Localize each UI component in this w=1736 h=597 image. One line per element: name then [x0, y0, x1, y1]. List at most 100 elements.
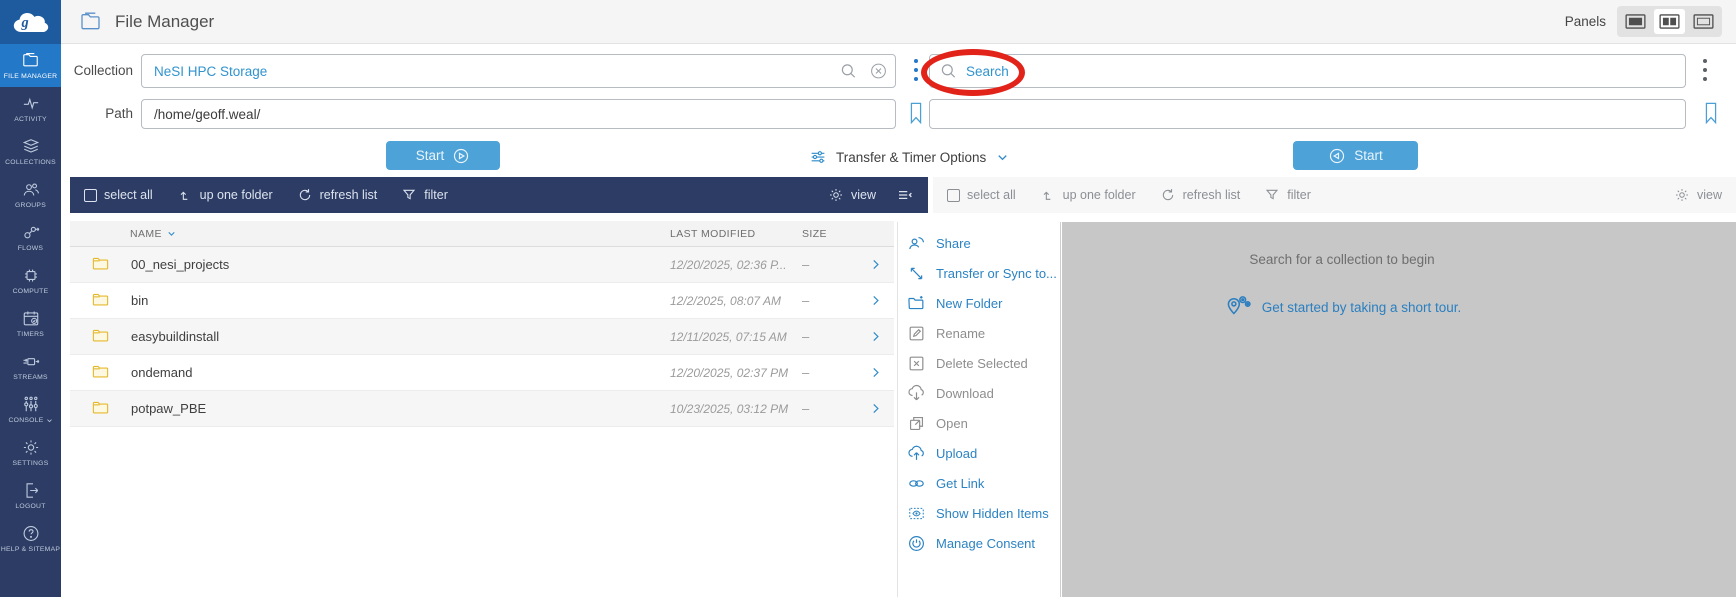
two-panel-icon[interactable] [1654, 9, 1685, 34]
filter-icon [401, 187, 417, 203]
menu-item-open[interactable]: Open [898, 408, 1060, 438]
search-icon[interactable] [839, 62, 858, 81]
collapse-panel-icon[interactable] [896, 186, 914, 204]
tour-link[interactable]: Get started by taking a short tour. [1062, 294, 1622, 320]
menu-item-get-link[interactable]: Get Link [898, 468, 1060, 498]
sidebar-item-flows[interactable]: FLOWS [0, 216, 61, 259]
column-size[interactable]: SIZE [802, 228, 857, 240]
sidebar-item-timers[interactable]: TIMERS [0, 302, 61, 345]
select-all-button[interactable]: select all [947, 188, 1016, 202]
menu-item-transfer-sync[interactable]: Transfer or Sync to... [898, 258, 1060, 288]
menu-item-new-folder[interactable]: New Folder [898, 288, 1060, 318]
refresh-list-button[interactable]: refresh list [297, 187, 377, 203]
table-row[interactable]: bin 12/2/2025, 08:07 AM – [70, 283, 894, 319]
table-row[interactable]: 00_nesi_projects 12/20/2025, 02:36 P... … [70, 247, 894, 283]
file-list: NAME LAST MODIFIED SIZE 00_nesi_projects… [70, 221, 894, 427]
up-one-folder-button[interactable]: up one folder [1040, 187, 1136, 203]
collection-input[interactable] [141, 54, 896, 88]
row-chevron-icon[interactable] [857, 257, 894, 272]
globus-logo[interactable]: g [0, 0, 61, 44]
table-row[interactable]: easybuildinstall 12/11/2025, 07:15 AM – [70, 319, 894, 355]
refresh-icon [297, 187, 313, 203]
sidebar-item-activity[interactable]: ACTIVITY [0, 87, 61, 130]
checkbox-icon[interactable] [947, 188, 960, 202]
search-input[interactable] [929, 54, 1686, 88]
transfer-timer-options[interactable]: Transfer & Timer Options [809, 144, 1010, 170]
globus-cloud-icon: g [10, 8, 52, 37]
right-kebab-menu-icon[interactable] [1699, 57, 1711, 85]
flows-icon [21, 223, 41, 242]
select-all-button[interactable]: select all [84, 188, 153, 202]
sidebar-item-settings[interactable]: SETTINGS [0, 431, 61, 474]
path-input[interactable] [141, 99, 896, 129]
delete-icon [907, 354, 926, 373]
row-chevron-icon[interactable] [857, 329, 894, 344]
single-outline-panel-icon[interactable] [1688, 9, 1719, 34]
filter-button[interactable]: filter [401, 187, 448, 203]
play-left-icon [1328, 147, 1346, 165]
folder-icon [90, 363, 111, 382]
clear-icon[interactable] [869, 62, 888, 81]
right-path-input[interactable] [929, 99, 1686, 129]
row-chevron-icon[interactable] [857, 401, 894, 416]
search-icon [939, 62, 958, 81]
bookmark-icon[interactable] [906, 100, 926, 126]
start-transfer-left-button[interactable]: Start [386, 141, 500, 170]
collections-icon [21, 137, 41, 156]
menu-item-rename[interactable]: Rename [898, 318, 1060, 348]
view-button[interactable]: view [1674, 187, 1722, 203]
sidebar-item-file-manager[interactable]: FILE MANAGER [0, 44, 61, 87]
menu-item-delete-selected[interactable]: Delete Selected [898, 348, 1060, 378]
file-list-header: NAME LAST MODIFIED SIZE [70, 221, 894, 247]
sidebar-item-groups[interactable]: GROUPS [0, 173, 61, 216]
sidebar-item-compute[interactable]: COMPUTE [0, 259, 61, 302]
menu-item-download[interactable]: Download [898, 378, 1060, 408]
checkbox-icon[interactable] [84, 188, 97, 202]
menu-item-show-hidden[interactable]: Show Hidden Items [898, 498, 1060, 528]
sort-chevron-icon[interactable] [166, 228, 177, 239]
column-name[interactable]: NAME [90, 228, 162, 240]
one-panel-icon[interactable] [1620, 9, 1651, 34]
view-button[interactable]: view [828, 187, 876, 203]
play-right-icon [452, 147, 470, 165]
sidebar-item-console[interactable]: CONSOLE [0, 388, 61, 431]
refresh-list-button[interactable]: refresh list [1160, 187, 1240, 203]
collection-field [141, 54, 896, 88]
row-chevron-icon[interactable] [857, 293, 894, 308]
start-transfer-right-button[interactable]: Start [1293, 141, 1418, 170]
globus-file-manager-app: g File Manager Panels FILE MANAGER ACTIV… [0, 0, 1736, 597]
chevron-down-icon [46, 419, 52, 423]
menu-item-share[interactable]: Share [898, 228, 1060, 258]
main-area: Collection Path [61, 44, 1736, 597]
filter-button[interactable]: filter [1264, 187, 1311, 203]
gear-icon [828, 187, 844, 203]
sidebar-item-logout[interactable]: LOGOUT [0, 474, 61, 517]
new-folder-icon [907, 294, 926, 313]
table-row[interactable]: potpaw_PBE 10/23/2025, 03:12 PM – [70, 391, 894, 427]
refresh-icon [1160, 187, 1176, 203]
groups-icon [21, 180, 41, 199]
collection-kebab-menu-icon[interactable] [910, 57, 922, 85]
collection-label: Collection [73, 63, 133, 78]
panels-label: Panels [1564, 14, 1606, 29]
table-row[interactable]: ondemand 12/20/2025, 02:37 PM – [70, 355, 894, 391]
transfer-icon [907, 264, 926, 283]
tour-pins-icon [1223, 294, 1253, 320]
row-chevron-icon[interactable] [857, 365, 894, 380]
sidebar-item-collections[interactable]: COLLECTIONS [0, 130, 61, 173]
menu-item-upload[interactable]: Upload [898, 438, 1060, 468]
share-icon [907, 234, 926, 253]
folder-icon [90, 255, 111, 274]
folder-icon [90, 291, 111, 310]
right-bookmark-icon[interactable] [1701, 100, 1721, 126]
sidebar-item-help-sitemap[interactable]: HELP & SITEMAP [0, 517, 61, 560]
compute-icon [21, 266, 41, 285]
menu-item-manage-consent[interactable]: Manage Consent [898, 528, 1060, 558]
eye-icon [907, 504, 926, 523]
sidebar-item-streams[interactable]: STREAMS [0, 345, 61, 388]
right-path-field [929, 99, 1686, 129]
up-one-folder-button[interactable]: up one folder [177, 187, 273, 203]
right-search-field [929, 54, 1686, 88]
svg-text:g: g [20, 14, 28, 30]
column-last-modified[interactable]: LAST MODIFIED [670, 228, 802, 240]
